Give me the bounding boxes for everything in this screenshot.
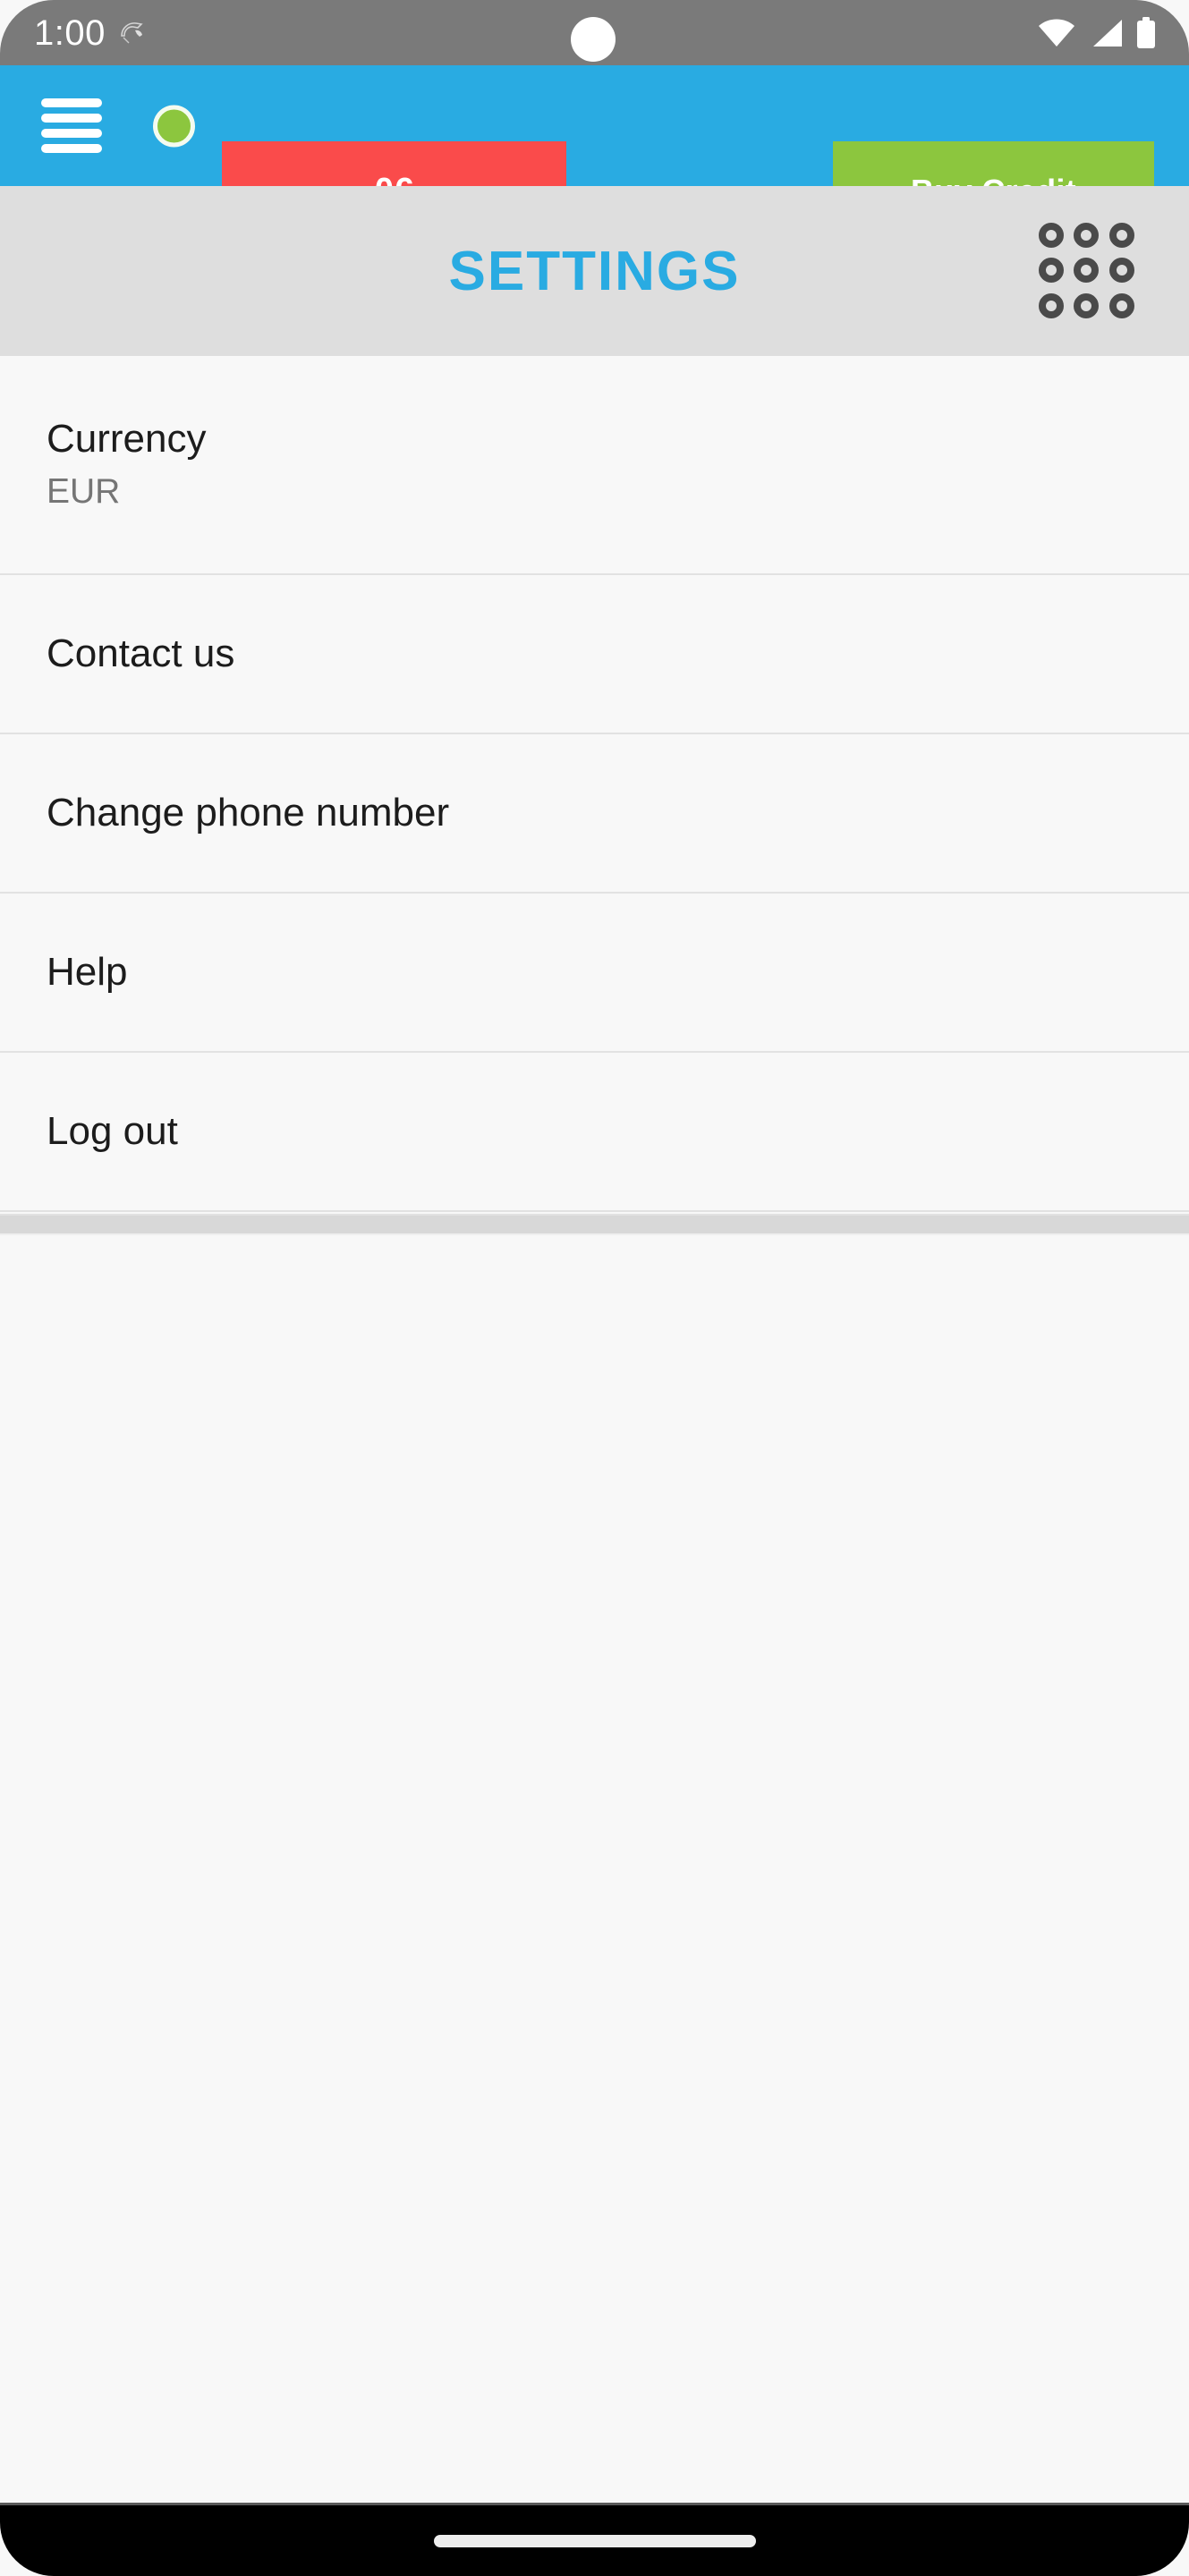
settings-item-contact-us[interactable]: Contact us [0, 575, 1189, 734]
settings-item-currency[interactable]: Currency EUR [0, 356, 1189, 575]
apps-grid-icon[interactable] [1039, 223, 1135, 319]
settings-item-label: Help [47, 949, 128, 994]
grid-dot [1074, 292, 1100, 318]
status-bar-right [1037, 0, 1157, 65]
status-bar-left: 1:00 [34, 0, 149, 65]
settings-list: Currency EUR Contact us Change phone num… [0, 356, 1189, 1212]
empty-content-area [0, 1235, 1189, 2503]
status-clock: 1:00 [34, 13, 106, 53]
hamburger-menu-icon[interactable] [41, 97, 102, 154]
grid-dot [1039, 223, 1064, 248]
battery-icon [1135, 16, 1157, 49]
grid-dot [1039, 258, 1064, 284]
settings-item-label: Contact us [47, 631, 235, 675]
settings-item-log-out[interactable]: Log out [0, 1053, 1189, 1212]
grid-dot [1108, 292, 1134, 318]
page-header: SETTINGS [0, 186, 1189, 356]
hamburger-line [41, 113, 102, 123]
cellular-signal-icon [1088, 18, 1124, 48]
grid-dot [1108, 258, 1134, 284]
settings-item-change-phone-number[interactable]: Change phone number [0, 734, 1189, 894]
camera-punch-hole [571, 17, 616, 62]
app-bar: 0€ Buy Credit [0, 65, 1189, 241]
settings-item-label: Currency [47, 416, 207, 461]
phone-screen: 1:00 SETTINGS Currency EUR Contact us Ch… [0, 0, 1189, 2576]
settings-item-value: EUR [47, 472, 121, 512]
settings-item-label: Log out [47, 1108, 178, 1153]
system-navigation-bar [0, 2503, 1189, 2576]
online-status-dot [153, 105, 195, 147]
settings-item-label: Change phone number [47, 790, 450, 835]
hamburger-line [41, 97, 102, 107]
grid-dot [1039, 292, 1064, 318]
settings-item-help[interactable]: Help [0, 894, 1189, 1053]
grid-dot [1108, 223, 1134, 248]
wifi-icon [1037, 18, 1076, 48]
grid-dot [1074, 258, 1100, 284]
grid-dot [1074, 223, 1100, 248]
page-title: SETTINGS [448, 240, 741, 302]
hamburger-line [41, 129, 102, 139]
missed-call-icon [118, 18, 149, 48]
hamburger-line [41, 144, 102, 154]
section-separator [0, 1214, 1189, 1235]
home-indicator-pill[interactable] [433, 2534, 756, 2547]
